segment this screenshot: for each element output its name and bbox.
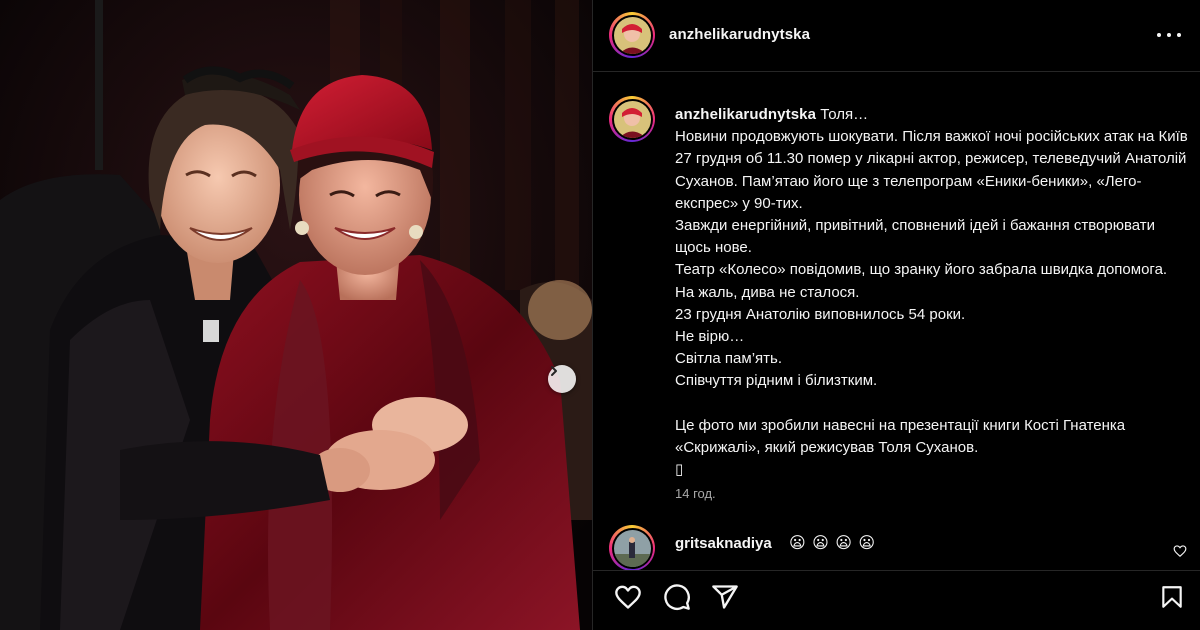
heart-icon: [1173, 545, 1187, 558]
save-button[interactable]: [1157, 582, 1187, 612]
chevron-right-icon: [551, 366, 557, 376]
avatar-image: [613, 100, 651, 138]
post-photo[interactable]: [0, 0, 592, 630]
avatar-image: [613, 529, 651, 567]
comment-item: gritsaknadiya 😦 😦 😦 😦: [593, 525, 1200, 571]
commenter-username[interactable]: gritsaknadiya: [675, 535, 772, 552]
post-photo-image: [0, 0, 592, 630]
caption-author-avatar[interactable]: [609, 96, 655, 142]
comment-bubble-icon: [664, 584, 690, 610]
comment-button[interactable]: [662, 582, 692, 612]
like-button[interactable]: [613, 582, 643, 612]
carousel-next-button[interactable]: [548, 365, 576, 393]
post-timestamp[interactable]: 14 год.: [675, 486, 716, 501]
caption-username[interactable]: anzhelikarudnytska: [675, 106, 816, 123]
post-actions-bar: [593, 582, 1200, 618]
share-button[interactable]: [710, 582, 740, 612]
heart-icon: [615, 585, 641, 609]
more-horizontal-icon: [1157, 33, 1161, 37]
comment-like-button[interactable]: [1173, 544, 1187, 563]
bookmark-icon: [1162, 586, 1182, 608]
author-username[interactable]: anzhelikarudnytska: [669, 26, 810, 43]
post-side-panel: anzhelikarudnytska anzhelikarudnytska То…: [592, 0, 1200, 630]
author-avatar[interactable]: [609, 12, 655, 58]
avatar-image: [613, 16, 651, 54]
paper-plane-icon: [712, 585, 738, 609]
comment-text: 😦 😦 😦 😦: [789, 535, 877, 552]
caption-first-line: Толя…: [820, 106, 869, 123]
actions-divider: [593, 570, 1200, 571]
more-options-button[interactable]: [1157, 25, 1181, 45]
commenter-avatar[interactable]: [609, 525, 655, 571]
caption-body: Новини продовжують шокувати. Після важко…: [675, 128, 1188, 479]
post-header: anzhelikarudnytska: [593, 0, 1200, 72]
caption-text: anzhelikarudnytska Толя… Новини продовжу…: [675, 104, 1190, 481]
